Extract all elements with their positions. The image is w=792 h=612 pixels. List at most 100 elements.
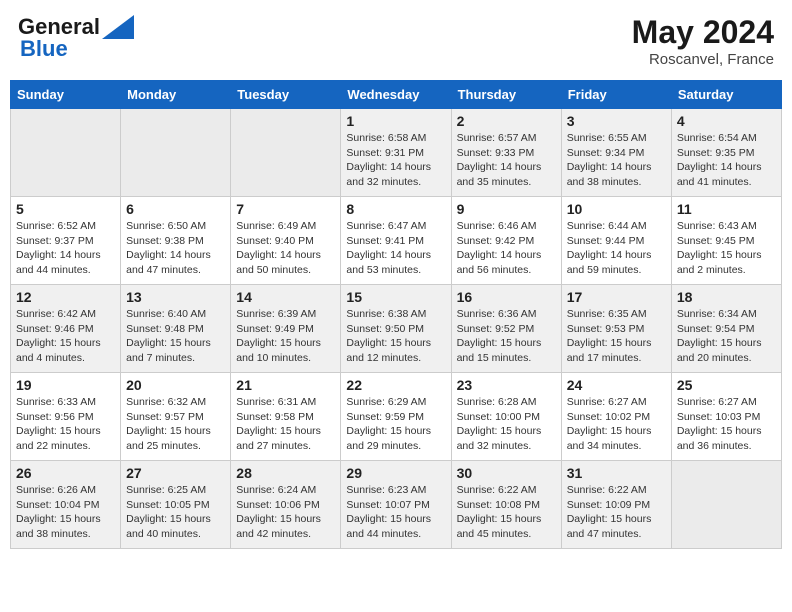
location: Roscanvel, France — [632, 51, 774, 68]
day-info: Sunrise: 6:22 AM Sunset: 10:08 PM Daylig… — [457, 483, 556, 542]
day-info: Sunrise: 6:35 AM Sunset: 9:53 PM Dayligh… — [567, 307, 666, 366]
day-number: 10 — [567, 201, 666, 217]
day-info: Sunrise: 6:27 AM Sunset: 10:02 PM Daylig… — [567, 395, 666, 454]
day-info: Sunrise: 6:36 AM Sunset: 9:52 PM Dayligh… — [457, 307, 556, 366]
day-number: 15 — [346, 289, 445, 305]
day-info: Sunrise: 6:22 AM Sunset: 10:09 PM Daylig… — [567, 483, 666, 542]
day-info: Sunrise: 6:44 AM Sunset: 9:44 PM Dayligh… — [567, 219, 666, 278]
day-info: Sunrise: 6:54 AM Sunset: 9:35 PM Dayligh… — [677, 131, 776, 190]
day-number: 11 — [677, 201, 776, 217]
day-number: 29 — [346, 465, 445, 481]
day-info: Sunrise: 6:28 AM Sunset: 10:00 PM Daylig… — [457, 395, 556, 454]
day-number: 30 — [457, 465, 556, 481]
day-number: 7 — [236, 201, 335, 217]
day-number: 13 — [126, 289, 225, 305]
weekday-header-tuesday: Tuesday — [231, 81, 341, 109]
day-info: Sunrise: 6:43 AM Sunset: 9:45 PM Dayligh… — [677, 219, 776, 278]
title-block: May 2024 Roscanvel, France — [632, 14, 774, 68]
calendar-cell: 14 Sunrise: 6:39 AM Sunset: 9:49 PM Dayli… — [231, 285, 341, 373]
calendar-cell: 2 Sunrise: 6:57 AM Sunset: 9:33 PM Daylig… — [451, 109, 561, 197]
calendar-cell: 3 Sunrise: 6:55 AM Sunset: 9:34 PM Daylig… — [561, 109, 671, 197]
calendar-cell: 28Sunrise: 6:24 AM Sunset: 10:06 PM Dayl… — [231, 461, 341, 549]
day-number: 26 — [16, 465, 115, 481]
calendar-cell: 20 Sunrise: 6:32 AM Sunset: 9:57 PM Dayli… — [121, 373, 231, 461]
day-info: Sunrise: 6:27 AM Sunset: 10:03 PM Daylig… — [677, 395, 776, 454]
day-info: Sunrise: 6:49 AM Sunset: 9:40 PM Dayligh… — [236, 219, 335, 278]
day-info: Sunrise: 6:23 AM Sunset: 10:07 PM Daylig… — [346, 483, 445, 542]
calendar-cell: 22 Sunrise: 6:29 AM Sunset: 9:59 PM Dayli… — [341, 373, 451, 461]
weekday-header-friday: Friday — [561, 81, 671, 109]
calendar-cell: 16Sunrise: 6:36 AM Sunset: 9:52 PM Dayli… — [451, 285, 561, 373]
day-number: 25 — [677, 377, 776, 393]
calendar-week-row: 5 Sunrise: 6:52 AM Sunset: 9:37 PM Daylig… — [11, 197, 782, 285]
calendar-week-row: 19 Sunrise: 6:33 AM Sunset: 9:56 PM Dayli… — [11, 373, 782, 461]
day-info: Sunrise: 6:46 AM Sunset: 9:42 PM Dayligh… — [457, 219, 556, 278]
logo-general: General — [18, 14, 100, 39]
calendar-cell: 8Sunrise: 6:47 AM Sunset: 9:41 PM Daylig… — [341, 197, 451, 285]
day-info: Sunrise: 6:29 AM Sunset: 9:59 PM Dayligh… — [346, 395, 445, 454]
calendar-cell: 19 Sunrise: 6:33 AM Sunset: 9:56 PM Dayli… — [11, 373, 121, 461]
day-info: Sunrise: 6:39 AM Sunset: 9:49 PM Dayligh… — [236, 307, 335, 366]
calendar-cell: 10 Sunrise: 6:44 AM Sunset: 9:44 PM Dayli… — [561, 197, 671, 285]
day-number: 19 — [16, 377, 115, 393]
day-number: 5 — [16, 201, 115, 217]
day-number: 22 — [346, 377, 445, 393]
day-info: Sunrise: 6:33 AM Sunset: 9:56 PM Dayligh… — [16, 395, 115, 454]
day-info: Sunrise: 6:57 AM Sunset: 9:33 PM Dayligh… — [457, 131, 556, 190]
calendar-cell — [231, 109, 341, 197]
day-number: 27 — [126, 465, 225, 481]
calendar-cell: 9Sunrise: 6:46 AM Sunset: 9:42 PM Daylig… — [451, 197, 561, 285]
day-number: 3 — [567, 113, 666, 129]
calendar-cell: 12 Sunrise: 6:42 AM Sunset: 9:46 PM Dayli… — [11, 285, 121, 373]
calendar-week-row: 1 Sunrise: 6:58 AM Sunset: 9:31 PM Daylig… — [11, 109, 782, 197]
weekday-header-sunday: Sunday — [11, 81, 121, 109]
calendar-cell: 17 Sunrise: 6:35 AM Sunset: 9:53 PM Dayli… — [561, 285, 671, 373]
day-number: 17 — [567, 289, 666, 305]
day-number: 6 — [126, 201, 225, 217]
day-info: Sunrise: 6:32 AM Sunset: 9:57 PM Dayligh… — [126, 395, 225, 454]
calendar-table: SundayMondayTuesdayWednesdayThursdayFrid… — [10, 80, 782, 549]
day-number: 14 — [236, 289, 335, 305]
day-number: 24 — [567, 377, 666, 393]
calendar-cell: 24 Sunrise: 6:27 AM Sunset: 10:02 PM Dayl… — [561, 373, 671, 461]
logo: General Blue — [18, 14, 134, 62]
calendar-week-row: 12 Sunrise: 6:42 AM Sunset: 9:46 PM Dayli… — [11, 285, 782, 373]
day-number: 1 — [346, 113, 445, 129]
calendar-cell: 13Sunrise: 6:40 AM Sunset: 9:48 PM Dayli… — [121, 285, 231, 373]
calendar-cell: 5 Sunrise: 6:52 AM Sunset: 9:37 PM Daylig… — [11, 197, 121, 285]
weekday-header-saturday: Saturday — [671, 81, 781, 109]
day-info: Sunrise: 6:47 AM Sunset: 9:41 PM Dayligh… — [346, 219, 445, 278]
day-info: Sunrise: 6:34 AM Sunset: 9:54 PM Dayligh… — [677, 307, 776, 366]
day-number: 12 — [16, 289, 115, 305]
logo-icon — [102, 15, 134, 39]
calendar-cell: 29 Sunrise: 6:23 AM Sunset: 10:07 PM Dayl… — [341, 461, 451, 549]
day-info: Sunrise: 6:38 AM Sunset: 9:50 PM Dayligh… — [346, 307, 445, 366]
calendar-cell: 1 Sunrise: 6:58 AM Sunset: 9:31 PM Daylig… — [341, 109, 451, 197]
calendar-cell: 23Sunrise: 6:28 AM Sunset: 10:00 PM Dayl… — [451, 373, 561, 461]
day-number: 21 — [236, 377, 335, 393]
day-number: 2 — [457, 113, 556, 129]
calendar-cell: 15 Sunrise: 6:38 AM Sunset: 9:50 PM Dayli… — [341, 285, 451, 373]
day-info: Sunrise: 6:42 AM Sunset: 9:46 PM Dayligh… — [16, 307, 115, 366]
calendar-cell: 26Sunrise: 6:26 AM Sunset: 10:04 PM Dayl… — [11, 461, 121, 549]
calendar-cell: 7 Sunrise: 6:49 AM Sunset: 9:40 PM Daylig… — [231, 197, 341, 285]
day-info: Sunrise: 6:25 AM Sunset: 10:05 PM Daylig… — [126, 483, 225, 542]
day-number: 18 — [677, 289, 776, 305]
weekday-header-row: SundayMondayTuesdayWednesdayThursdayFrid… — [11, 81, 782, 109]
weekday-header-wednesday: Wednesday — [341, 81, 451, 109]
day-number: 20 — [126, 377, 225, 393]
month-title: May 2024 — [632, 14, 774, 51]
day-info: Sunrise: 6:31 AM Sunset: 9:58 PM Dayligh… — [236, 395, 335, 454]
calendar-week-row: 26Sunrise: 6:26 AM Sunset: 10:04 PM Dayl… — [11, 461, 782, 549]
day-info: Sunrise: 6:55 AM Sunset: 9:34 PM Dayligh… — [567, 131, 666, 190]
calendar-cell: 18 Sunrise: 6:34 AM Sunset: 9:54 PM Dayli… — [671, 285, 781, 373]
day-info: Sunrise: 6:24 AM Sunset: 10:06 PM Daylig… — [236, 483, 335, 542]
calendar-cell: 25 Sunrise: 6:27 AM Sunset: 10:03 PM Dayl… — [671, 373, 781, 461]
calendar-cell: 11 Sunrise: 6:43 AM Sunset: 9:45 PM Dayli… — [671, 197, 781, 285]
day-info: Sunrise: 6:58 AM Sunset: 9:31 PM Dayligh… — [346, 131, 445, 190]
day-number: 31 — [567, 465, 666, 481]
weekday-header-thursday: Thursday — [451, 81, 561, 109]
weekday-header-monday: Monday — [121, 81, 231, 109]
day-info: Sunrise: 6:52 AM Sunset: 9:37 PM Dayligh… — [16, 219, 115, 278]
page-header: General Blue May 2024 Roscanvel, France — [10, 10, 782, 72]
